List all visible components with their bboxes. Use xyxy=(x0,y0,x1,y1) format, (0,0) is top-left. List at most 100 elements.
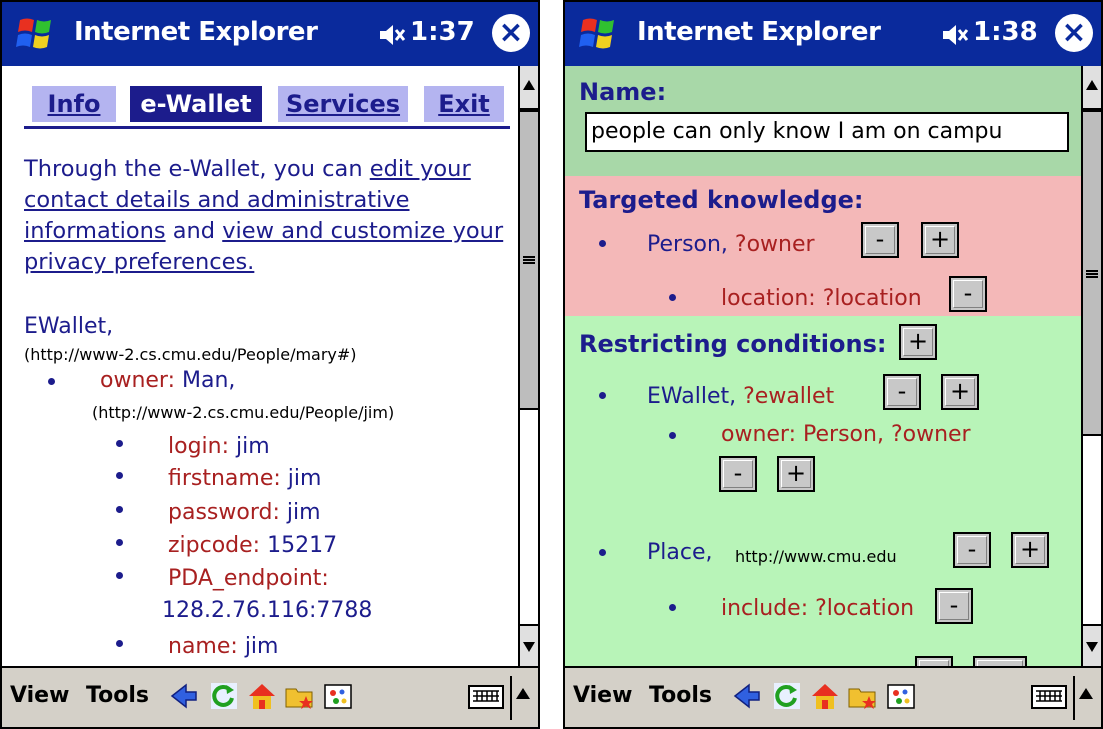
scroll-track[interactable] xyxy=(1083,110,1101,624)
intro-text: Through the e-Wallet, you can xyxy=(24,156,370,182)
keyboard-icon[interactable] xyxy=(1031,684,1067,710)
clock[interactable]: 1:38 xyxy=(973,17,1038,47)
menu-separator xyxy=(1073,676,1075,720)
bullet-icon xyxy=(669,294,676,301)
bullet-icon xyxy=(116,472,123,479)
sip-arrow-icon[interactable] xyxy=(516,688,530,699)
home-icon[interactable] xyxy=(246,680,278,712)
scroll-grip-icon xyxy=(1086,270,1098,278)
bullet-icon xyxy=(116,572,123,579)
bullet-icon xyxy=(599,549,606,556)
prop-name: name: jim xyxy=(168,634,279,659)
owner-remove-button[interactable]: - xyxy=(719,456,757,492)
menu-bar: View Tools xyxy=(565,666,1101,727)
keyboard-icon[interactable] xyxy=(468,684,504,710)
start-menu-icon[interactable] xyxy=(577,14,621,54)
scroll-thumb[interactable] xyxy=(1083,110,1101,436)
page-content: Name: people can only know I am on campu… xyxy=(565,66,1081,668)
menu-view[interactable]: View xyxy=(573,683,632,708)
ewallet-remove-button[interactable]: - xyxy=(883,374,921,410)
favorites-icon[interactable] xyxy=(284,680,316,712)
place-url: http://www.cmu.edu xyxy=(735,547,897,566)
location-entry: location: ?location xyxy=(721,286,922,311)
show-pictures-icon[interactable] xyxy=(322,680,354,712)
start-menu-icon[interactable] xyxy=(14,14,58,54)
menu-tools[interactable]: Tools xyxy=(86,683,149,708)
restricting-conditions-section: Restricting conditions: + EWallet, ?ewal… xyxy=(565,316,1081,668)
sip-arrow-icon[interactable] xyxy=(1079,688,1093,699)
prop-zipcode: zipcode: 15217 xyxy=(168,533,338,558)
name-label: Name: xyxy=(579,78,667,106)
tab-info[interactable]: Info xyxy=(32,86,116,122)
back-arrow-icon[interactable] xyxy=(731,680,763,712)
scroll-track[interactable] xyxy=(520,110,538,624)
back-arrow-icon[interactable] xyxy=(168,680,200,712)
speaker-muted-icon[interactable] xyxy=(941,22,969,48)
menu-separator xyxy=(510,676,512,720)
scroll-grip-icon xyxy=(523,256,535,264)
scroll-up-button[interactable] xyxy=(520,66,538,110)
bullet-icon xyxy=(116,539,123,546)
close-button[interactable]: × xyxy=(1055,14,1093,52)
menu-view[interactable]: View xyxy=(10,683,69,708)
vertical-scrollbar[interactable] xyxy=(518,66,538,668)
bullet-icon xyxy=(599,392,606,399)
bullet-icon xyxy=(116,440,123,447)
owner-value: Man, xyxy=(182,368,236,393)
favorites-icon[interactable] xyxy=(847,680,879,712)
include-entry: include: ?location xyxy=(721,596,915,621)
scroll-down-button[interactable] xyxy=(1083,624,1101,668)
ewallet-url: (http://www-2.cs.cmu.edu/People/mary#) xyxy=(24,345,357,364)
person-owner-entry: Person, ?owner xyxy=(647,232,815,257)
owner-entry: owner: Person, ?owner xyxy=(721,422,971,447)
prop-firstname: firstname: jim xyxy=(168,466,322,491)
vertical-scrollbar[interactable] xyxy=(1081,66,1101,668)
menu-bar: View Tools xyxy=(2,666,538,727)
app-title: Internet Explorer xyxy=(74,17,318,47)
refresh-icon[interactable] xyxy=(771,680,803,712)
pda-screen-ewallet: Internet Explorer 1:37 × Info e-Wallet S… xyxy=(0,0,540,729)
bullet-icon xyxy=(116,506,123,513)
refresh-icon[interactable] xyxy=(208,680,240,712)
rule-name-input[interactable]: people can only know I am on campu xyxy=(585,112,1069,152)
place-remove-button[interactable]: - xyxy=(953,532,991,568)
intro-and-text: and xyxy=(165,218,223,244)
home-icon[interactable] xyxy=(809,680,841,712)
ewallet-label: EWallet, xyxy=(24,314,114,339)
bullet-icon xyxy=(48,378,55,385)
show-pictures-icon[interactable] xyxy=(885,680,917,712)
speaker-muted-icon[interactable] xyxy=(378,22,406,48)
tab-e-wallet[interactable]: e-Wallet xyxy=(130,86,262,122)
person-add-button[interactable]: + xyxy=(921,222,959,258)
bullet-icon xyxy=(669,604,676,611)
restricting-conditions-label: Restricting conditions: xyxy=(579,330,887,358)
bullet-icon xyxy=(116,640,123,647)
title-bar: Internet Explorer 1:38 × xyxy=(565,2,1101,66)
tab-services[interactable]: Services xyxy=(278,86,408,122)
prop-login: login: jim xyxy=(168,434,270,459)
location-remove-button[interactable]: - xyxy=(949,276,987,312)
bullet-icon xyxy=(599,240,606,247)
bullet-icon xyxy=(669,432,676,439)
scroll-up-button[interactable] xyxy=(1083,66,1101,110)
restricting-add-button[interactable]: + xyxy=(899,324,937,360)
targeted-knowledge-label: Targeted knowledge: xyxy=(579,186,864,214)
ewallet-entry: EWallet, ?ewallet xyxy=(647,384,835,409)
prop-pda-endpoint-key: PDA_endpoint: xyxy=(168,566,329,591)
person-remove-button[interactable]: - xyxy=(861,222,899,258)
owner-add-button[interactable]: + xyxy=(777,456,815,492)
clock[interactable]: 1:37 xyxy=(410,17,475,47)
tab-exit[interactable]: Exit xyxy=(424,86,504,122)
place-add-button[interactable]: + xyxy=(1011,532,1049,568)
scroll-down-button[interactable] xyxy=(520,624,538,668)
owner-entry: owner: Man, xyxy=(100,368,235,394)
page-content: Info e-Wallet Services Exit Through the … xyxy=(2,66,518,668)
ewallet-add-button[interactable]: + xyxy=(941,374,979,410)
menu-tools[interactable]: Tools xyxy=(649,683,712,708)
close-button[interactable]: × xyxy=(492,14,530,52)
include-remove-button[interactable]: - xyxy=(935,588,973,624)
owner-key: owner: xyxy=(100,368,176,393)
prop-pda-endpoint-value: 128.2.76.116:7788 xyxy=(162,598,373,623)
owner-url: (http://www-2.cs.cmu.edu/People/jim) xyxy=(92,403,395,422)
scroll-thumb[interactable] xyxy=(520,110,538,410)
